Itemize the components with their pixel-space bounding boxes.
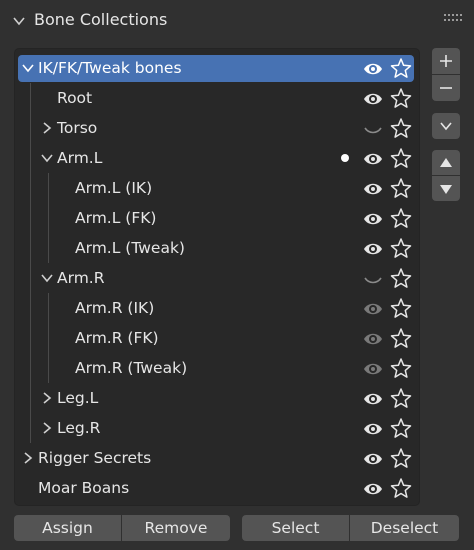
chevron-down-icon <box>440 122 452 131</box>
eye-icon[interactable] <box>362 448 384 470</box>
list-item-label: Rigger Secrets <box>38 449 152 467</box>
eye-closed-icon[interactable] <box>362 268 384 290</box>
list-item[interactable]: Arm.L (Tweak) <box>18 234 414 263</box>
eye-icon[interactable] <box>362 478 384 500</box>
chevron-right-icon[interactable] <box>40 121 54 135</box>
chevron-right-icon[interactable] <box>40 391 54 405</box>
eye-icon[interactable] <box>362 358 384 380</box>
minus-icon <box>440 87 452 89</box>
remove-button[interactable]: Remove <box>122 515 230 541</box>
list-item[interactable]: Arm.L (IK) <box>18 174 414 203</box>
list-item-label: IK/FK/Tweak bones <box>38 59 182 77</box>
list-item[interactable]: Arm.R (IK) <box>18 294 414 323</box>
eye-icon[interactable] <box>362 298 384 320</box>
list-item-label: Arm.L (FK) <box>75 209 157 227</box>
list-item-label: Leg.R <box>57 419 101 437</box>
star-icon[interactable] <box>390 327 412 349</box>
eye-icon[interactable] <box>362 238 384 260</box>
star-icon[interactable] <box>390 357 412 379</box>
panel-header[interactable]: Bone Collections <box>0 0 474 40</box>
eye-icon[interactable] <box>362 88 384 110</box>
list-item-label: Arm.R (Tweak) <box>75 359 188 377</box>
list-item-label: Moar Boans <box>38 479 130 497</box>
star-icon[interactable] <box>390 387 412 409</box>
chevron-down-icon[interactable] <box>40 271 54 285</box>
chevron-right-icon[interactable] <box>21 451 35 465</box>
list-item[interactable]: IK/FK/Tweak bones <box>18 55 414 82</box>
star-icon[interactable] <box>390 177 412 199</box>
list-item[interactable]: Arm.R <box>18 264 414 293</box>
drag-handle-icon[interactable] <box>444 14 462 24</box>
eye-icon[interactable] <box>362 388 384 410</box>
remove-collection-button[interactable] <box>432 75 460 101</box>
star-icon[interactable] <box>390 297 412 319</box>
list-item-label: Torso <box>57 119 98 137</box>
star-icon[interactable] <box>390 147 412 169</box>
chevron-right-icon[interactable] <box>40 421 54 435</box>
list-item-label: Arm.R <box>57 269 105 287</box>
star-icon[interactable] <box>390 417 412 439</box>
star-icon[interactable] <box>390 117 412 139</box>
eye-closed-icon[interactable] <box>362 118 384 140</box>
list-item[interactable]: Arm.R (Tweak) <box>18 354 414 383</box>
chevron-down-icon[interactable] <box>12 14 26 28</box>
active-dot-icon <box>341 154 349 162</box>
add-collection-button[interactable] <box>432 48 460 74</box>
list-item-label: Leg.L <box>57 389 99 407</box>
specials-menu-button[interactable] <box>432 113 460 139</box>
list-item[interactable]: Leg.R <box>18 414 414 443</box>
list-item-label: Arm.R (FK) <box>75 329 159 347</box>
select-button[interactable]: Select <box>242 515 349 541</box>
deselect-button[interactable]: Deselect <box>350 515 459 541</box>
triangle-down-icon <box>440 185 452 194</box>
assign-button[interactable]: Assign <box>14 515 121 541</box>
chevron-down-icon[interactable] <box>21 61 35 75</box>
list-item[interactable]: Torso <box>18 114 414 143</box>
list-item-label: Arm.L (IK) <box>75 179 153 197</box>
eye-icon[interactable] <box>362 328 384 350</box>
list-item[interactable]: Root <box>18 84 414 113</box>
star-icon[interactable] <box>390 57 412 79</box>
star-icon[interactable] <box>390 87 412 109</box>
list-item[interactable]: Arm.L (FK) <box>18 204 414 233</box>
star-icon[interactable] <box>390 237 412 259</box>
list-item-label: Arm.L <box>57 149 103 167</box>
move-down-button[interactable] <box>432 176 460 201</box>
list-item[interactable]: Leg.L <box>18 384 414 413</box>
star-icon[interactable] <box>390 447 412 469</box>
eye-icon[interactable] <box>362 418 384 440</box>
eye-icon[interactable] <box>362 178 384 200</box>
list-item-label: Arm.R (IK) <box>75 299 155 317</box>
star-icon[interactable] <box>390 477 412 499</box>
list-item-label: Root <box>57 89 93 107</box>
eye-icon[interactable] <box>362 58 384 80</box>
triangle-up-icon <box>440 158 452 167</box>
list-item-label: Arm.L (Tweak) <box>75 239 185 257</box>
list-item[interactable]: Arm.L <box>18 144 414 173</box>
move-up-button[interactable] <box>432 150 460 175</box>
star-icon[interactable] <box>390 267 412 289</box>
plus-icon <box>440 55 452 67</box>
list-item[interactable]: Arm.R (FK) <box>18 324 414 353</box>
star-icon[interactable] <box>390 207 412 229</box>
eye-icon[interactable] <box>362 148 384 170</box>
eye-icon[interactable] <box>362 208 384 230</box>
chevron-down-icon[interactable] <box>40 151 54 165</box>
panel-title: Bone Collections <box>34 10 168 29</box>
list-item[interactable]: Rigger Secrets <box>18 444 414 473</box>
list-item[interactable]: Moar Boans <box>18 474 414 503</box>
